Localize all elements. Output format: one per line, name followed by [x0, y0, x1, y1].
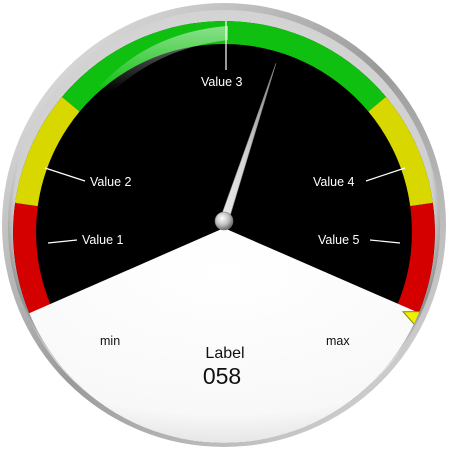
gauge-widget: Value 1 Value 2 Value 3 Value 4 Value 5 …: [2, 3, 446, 447]
value-readout: 058: [203, 363, 241, 389]
caption-label: Label: [205, 345, 244, 362]
needle-hub: [214, 211, 234, 231]
zone-label-value-2: Value 2: [90, 175, 132, 189]
zone-label-value-4: Value 4: [313, 175, 355, 189]
zone-label-value-5: Value 5: [318, 233, 360, 247]
min-label: min: [100, 334, 120, 348]
zone-label-value-3: Value 3: [201, 75, 243, 89]
max-label: max: [326, 334, 350, 348]
zone-label-value-1: Value 1: [82, 233, 124, 247]
